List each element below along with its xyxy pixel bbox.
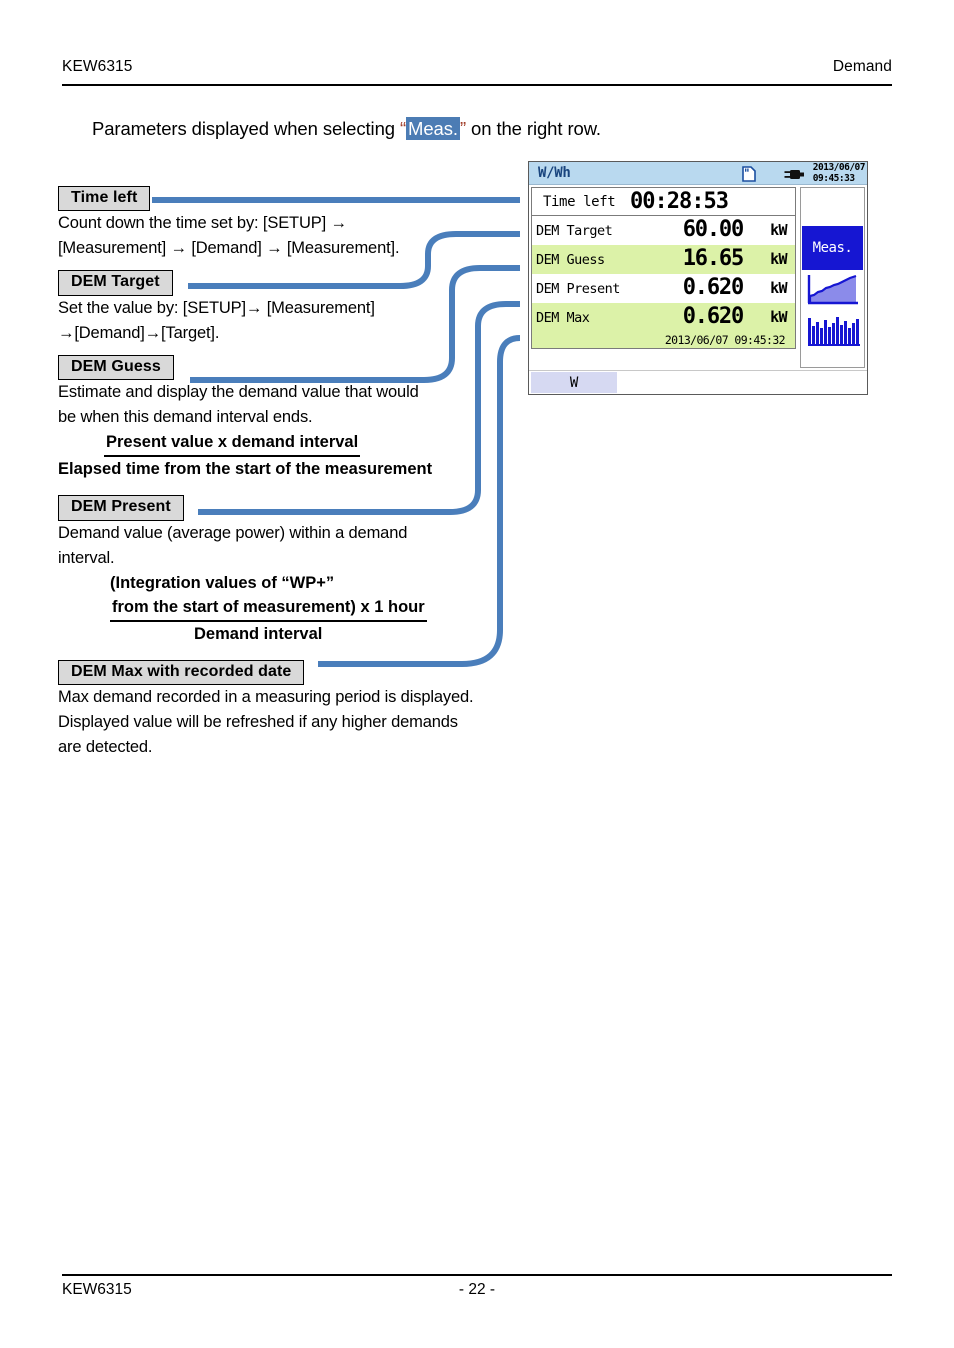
section-dem-guess: DEM Guess Estimate and display the deman… [58,354,508,481]
dem-target-desc-line-1: Set the value by: [SETUP]→ [Measurement] [58,298,375,317]
lcd-footer-tab-label: W [569,374,579,391]
lcd-mode-title: W/Wh [538,165,571,181]
header-chapter-title: Demand [832,58,892,75]
lcd-softkey-strip: Meas. [800,187,865,368]
header-document-id: KEW6315 [62,58,133,75]
callout-label-dem-max: DEM Max with recorded date [58,659,305,685]
lcd-dem-present-unit: kW [770,279,787,297]
lcd-clock-date: 2013/06/07 [812,162,866,173]
lcd-row-dem-target: DEM Target 60.00 kW [531,216,796,245]
lcd-dem-target-unit: kW [770,221,787,239]
dem-present-formula: (Integration values of “WP+” from the st… [58,571,508,622]
lcd-clock-time: 09:45:33 [812,173,855,184]
lcd-footer-tab-w[interactable]: W [531,372,617,393]
callout-label-dem-present: DEM Present [58,495,184,521]
lcd-clock: 2013/06/07 09:45:33 [812,162,866,184]
lcd-dem-guess-value: 16.65 [682,246,744,271]
dem-guess-formula-numerator: Present value x demand interval [104,430,361,458]
dem-max-desc-line-2: Displayed value will be refreshed if any… [58,712,458,731]
lcd-dem-guess-unit: kW [770,250,787,268]
section-time-left: Time left Count down the time set by: [S… [58,186,508,261]
lcd-dem-target-value: 60.00 [682,217,744,242]
dem-present-formula-numerator-line-2: from the start of measurement) x 1 hour [110,595,427,622]
dem-max-desc-line-1: Max demand recorded in a measuring perio… [58,687,474,706]
dem-present-desc-line-1: Demand value (average power) within a de… [58,523,408,542]
dem-guess-desc-line-1: Estimate and display the demand value th… [58,383,419,402]
trend-graph-icon [803,271,862,313]
lcd-title-bar: W/Wh 2013/06/07 09:45:33 [529,162,867,185]
lcd-readout-column: Time left 00:28:53 DEM Target 60.00 kW D… [531,187,796,368]
section-dem-target: DEM Target Set the value by: [SETUP]→ [M… [58,270,508,345]
lcd-softkey-trend-graph[interactable] [802,271,863,313]
lcd-dem-max-label: DEM Max [536,310,590,326]
lcd-time-left-value: 00:28:53 [630,189,729,214]
callout-label-dem-target: DEM Target [58,270,173,296]
lcd-row-time-left: Time left 00:28:53 [531,187,796,216]
bar-graph-icon [803,313,862,355]
section-dem-max: DEM Max with recorded date Max demand re… [58,659,508,760]
lcd-row-recorded-stamp: 2013/06/07 09:45:32 [531,332,796,349]
lcd-body: Time left 00:28:53 DEM Target 60.00 kW D… [529,185,867,370]
page-title: Parameters displayed when selecting “Mea… [92,117,601,140]
lcd-dem-present-value: 0.620 [682,275,744,300]
page-running-footer: KEW6315 - 22 - [62,1274,892,1300]
power-plug-icon [783,168,805,186]
time-left-desc-line-2: [Measurement] → [Demand] → [Measurement]… [58,239,400,258]
dem-guess-desc-line-2: be when this demand interval ends. [58,408,313,427]
lcd-softkey-meas-label: Meas. [812,240,853,256]
time-left-desc-line-1: Count down the time set by: [SETUP] → [58,214,347,233]
lcd-row-dem-present: DEM Present 0.620 kW [531,274,796,303]
lcd-dem-guess-label: DEM Guess [536,252,605,268]
lcd-dem-max-value: 0.620 [682,304,744,329]
dem-present-formula-denominator: Demand interval [194,624,323,643]
sd-card-icon [742,166,756,187]
lcd-softkey-meas[interactable]: Meas. [802,226,863,270]
section-dem-present: DEM Present Demand value (average power)… [58,495,508,645]
page-running-header: KEW6315 Demand [62,58,892,86]
lcd-row-dem-guess: DEM Guess 16.65 kW [531,245,796,274]
lcd-recorded-timestamp: 2013/06/07 09:45:32 [664,333,786,347]
lcd-row-dem-max: DEM Max 0.620 kW [531,303,796,332]
lcd-footer-bar: W [529,370,867,394]
lcd-softkey-spacer [802,189,863,226]
callout-label-dem-guess: DEM Guess [58,354,174,381]
lcd-dem-target-label: DEM Target [536,223,613,239]
device-lcd-screen: W/Wh 2013/06/07 09:45:33 Time left 00:28… [528,161,868,395]
dem-max-desc-line-3: are detected. [58,737,153,756]
footer-page-number: - 22 - [458,1281,496,1298]
dem-target-desc-line-2: →[Demand]→[Target]. [58,323,220,342]
intro-text-after: on the right row. [466,118,601,139]
callout-label-time-left: Time left [58,186,151,212]
lcd-time-left-label: Time left [543,194,616,210]
intro-highlight-meas: Meas. [406,117,460,140]
dem-guess-formula-denominator: Elapsed time from the start of the measu… [58,460,433,479]
intro-text-before: Parameters displayed when selecting [92,118,400,139]
dem-present-formula-numerator-line-1: (Integration values of “WP+” [110,573,335,592]
dem-guess-formula: Present value x demand interval [58,430,508,458]
lcd-dem-max-unit: kW [770,308,787,326]
lcd-dem-present-label: DEM Present [536,281,620,297]
dem-present-desc-line-2: interval. [58,548,115,567]
parameter-descriptions: Time left Count down the time set by: [S… [58,186,508,760]
lcd-softkey-bar-graph[interactable] [802,313,863,355]
